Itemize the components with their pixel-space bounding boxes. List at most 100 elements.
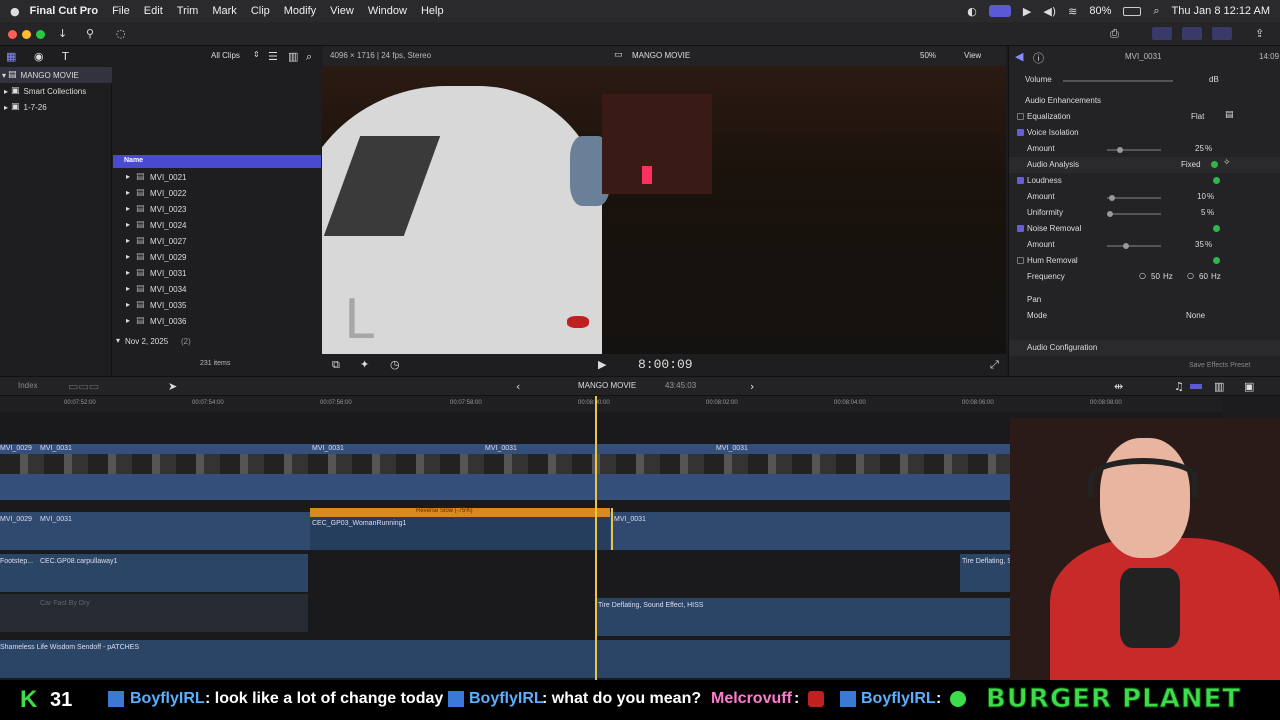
volume-slider[interactable]: [1063, 80, 1173, 82]
disclosure-right-icon[interactable]: ▸: [126, 300, 130, 309]
titles-icon[interactable]: T: [62, 50, 69, 63]
uniformity-amount[interactable]: 5: [1201, 208, 1205, 217]
sfx-clip[interactable]: Footstep... CEC.GP08.carpullaway1: [0, 554, 308, 592]
headphones-icon[interactable]: ♫: [1174, 380, 1184, 393]
forward-arrow-icon[interactable]: ›: [750, 380, 754, 393]
inspector-toggle-icon[interactable]: [1212, 27, 1232, 40]
hum-removal-checkbox[interactable]: [1017, 257, 1024, 264]
library-item[interactable]: ▾ ▤ MANGO MOVIE: [0, 67, 112, 83]
disclosure-right-icon[interactable]: ▸: [126, 268, 130, 277]
project-title[interactable]: MANGO MOVIE: [578, 381, 636, 390]
equalization-checkbox[interactable]: [1017, 113, 1024, 120]
video-clip-label[interactable]: MVI_0031: [312, 445, 344, 452]
group-header[interactable]: ▾ Nov 2, 2025 (2): [113, 334, 321, 350]
menu-window[interactable]: Window: [368, 5, 407, 17]
disclosure-right-icon[interactable]: ▸: [126, 284, 130, 293]
noise-amount[interactable]: 35: [1195, 240, 1204, 249]
info-icon[interactable]: ⓘ: [1033, 50, 1044, 66]
zoom-to-fit-icon[interactable]: ⇹: [1114, 380, 1123, 393]
list-view-icon[interactable]: ☰: [268, 50, 278, 63]
slider-knob[interactable]: [1117, 147, 1123, 153]
clip-row[interactable]: ▸ ▤ MVI_0031: [113, 266, 321, 282]
music-clip-label[interactable]: Shameless Life Wisdom Sendoff - pATCHES: [0, 644, 139, 651]
menu-help[interactable]: Help: [421, 5, 444, 17]
menu-modify[interactable]: Modify: [284, 5, 316, 17]
speed-icon[interactable]: ◷: [390, 358, 400, 371]
loudness-slider[interactable]: [1107, 197, 1161, 199]
zoom-window-button[interactable]: [36, 30, 45, 39]
sidebar-item-smart-collections[interactable]: ▸ ▣ Smart Collections: [4, 83, 86, 99]
apple-icon[interactable]: ●: [10, 5, 20, 18]
keyword-icon[interactable]: ⚲: [86, 27, 94, 40]
radio-icon[interactable]: ○: [1187, 271, 1194, 280]
video-clip-label[interactable]: MVI_0031: [485, 445, 517, 452]
clip-row[interactable]: ▸ ▤ MVI_0024: [113, 218, 321, 234]
clip-row[interactable]: ▸ ▤ MVI_0034: [113, 282, 321, 298]
pan-mode-dropdown[interactable]: None: [1186, 311, 1205, 320]
index-button[interactable]: Index: [18, 381, 38, 390]
screen-record-icon[interactable]: [988, 5, 1011, 17]
libraries-icon[interactable]: ▦: [6, 50, 16, 63]
video-frame[interactable]: L: [322, 66, 1006, 354]
clip-row[interactable]: ▸ ▤ MVI_0023: [113, 202, 321, 218]
equalization-dropdown[interactable]: Flat: [1191, 112, 1204, 121]
timecode[interactable]: 8:00:09: [638, 357, 693, 372]
zoom-dropdown[interactable]: 50%: [920, 51, 936, 60]
chevron-updown-icon[interactable]: ⇕: [253, 50, 260, 59]
playhead[interactable]: [595, 396, 597, 680]
audio-clip-label[interactable]: MVI_0031: [614, 516, 646, 523]
audio-clip[interactable]: [310, 512, 610, 550]
loudness-amount[interactable]: 10: [1197, 192, 1206, 201]
voice-isolation-slider[interactable]: [1107, 149, 1161, 151]
slider-knob[interactable]: [1123, 243, 1129, 249]
close-window-button[interactable]: [8, 30, 17, 39]
disclosure-right-icon[interactable]: ▸: [126, 316, 130, 325]
disclosure-right-icon[interactable]: ▸: [126, 236, 130, 245]
volume-icon[interactable]: ◀): [1043, 5, 1056, 18]
clip-appearance-button-icon[interactable]: ▥: [1214, 380, 1224, 393]
back-arrow-icon[interactable]: ‹: [516, 380, 520, 393]
import-icon[interactable]: ↓: [58, 27, 67, 40]
voice-isolation-amount[interactable]: 25: [1195, 144, 1204, 153]
sfx-clip-label[interactable]: Car Fast By Dry: [40, 600, 90, 607]
menu-clip[interactable]: Clip: [251, 5, 270, 17]
loudness-checkbox[interactable]: [1017, 177, 1024, 184]
video-clip-label[interactable]: MVI_0031: [40, 445, 72, 452]
noise-slider[interactable]: [1107, 245, 1161, 247]
slider-knob[interactable]: [1109, 195, 1115, 201]
sfx-clip-label[interactable]: Tire Deflating, Sound Effect, HISS: [598, 602, 703, 609]
view-dropdown[interactable]: View: [964, 51, 981, 60]
timeline-ruler[interactable]: 00:07:52:00 00:07:54:00 00:07:56:00 00:0…: [0, 396, 1222, 412]
timeline-toggle-icon[interactable]: [1182, 27, 1202, 40]
menu-file[interactable]: File: [112, 5, 130, 17]
play-icon[interactable]: ▶: [1023, 5, 1031, 18]
select-tool-icon[interactable]: ➤: [168, 380, 177, 393]
video-clip-label[interactable]: MVI_0031: [716, 445, 748, 452]
snapping-icon[interactable]: [1190, 384, 1202, 389]
background-tasks-icon[interactable]: ◌: [116, 27, 126, 40]
search-icon[interactable]: ⌕: [306, 50, 312, 64]
clip-row[interactable]: ▸ ▤ MVI_0027: [113, 234, 321, 250]
audio-clip-label[interactable]: MVI_0029: [0, 516, 32, 523]
disclosure-down-icon[interactable]: ▾: [2, 71, 6, 80]
uniformity-slider[interactable]: [1107, 213, 1161, 215]
frequency-60[interactable]: 60: [1199, 272, 1208, 281]
export-icon[interactable]: ⇪: [1255, 27, 1264, 40]
disclosure-right-icon[interactable]: ▸: [4, 103, 8, 112]
share-icon[interactable]: ⎙: [1110, 27, 1119, 41]
transform-icon[interactable]: ⧉: [332, 358, 340, 372]
menu-edit[interactable]: Edit: [144, 5, 163, 17]
disclosure-right-icon[interactable]: ▸: [126, 204, 130, 213]
clip-row[interactable]: ▸ ▤ MVI_0021: [113, 170, 321, 186]
fullscreen-icon[interactable]: ⤢: [990, 358, 999, 372]
photos-icon[interactable]: ◉: [34, 50, 44, 63]
sfx-clip-disabled[interactable]: Car Fast By Dry: [0, 594, 308, 632]
minimize-window-button[interactable]: [22, 30, 31, 39]
disclosure-right-icon[interactable]: ▸: [126, 252, 130, 261]
disclosure-right-icon[interactable]: ▸: [126, 172, 130, 181]
disclosure-right-icon[interactable]: ▸: [4, 87, 8, 96]
clip-row[interactable]: ▸ ▤ MVI_0022: [113, 186, 321, 202]
clip-appearance-icon[interactable]: ▭▭▭: [68, 380, 99, 393]
play-button-icon[interactable]: ▶: [598, 358, 606, 371]
search-icon[interactable]: ⌕: [1153, 4, 1159, 18]
